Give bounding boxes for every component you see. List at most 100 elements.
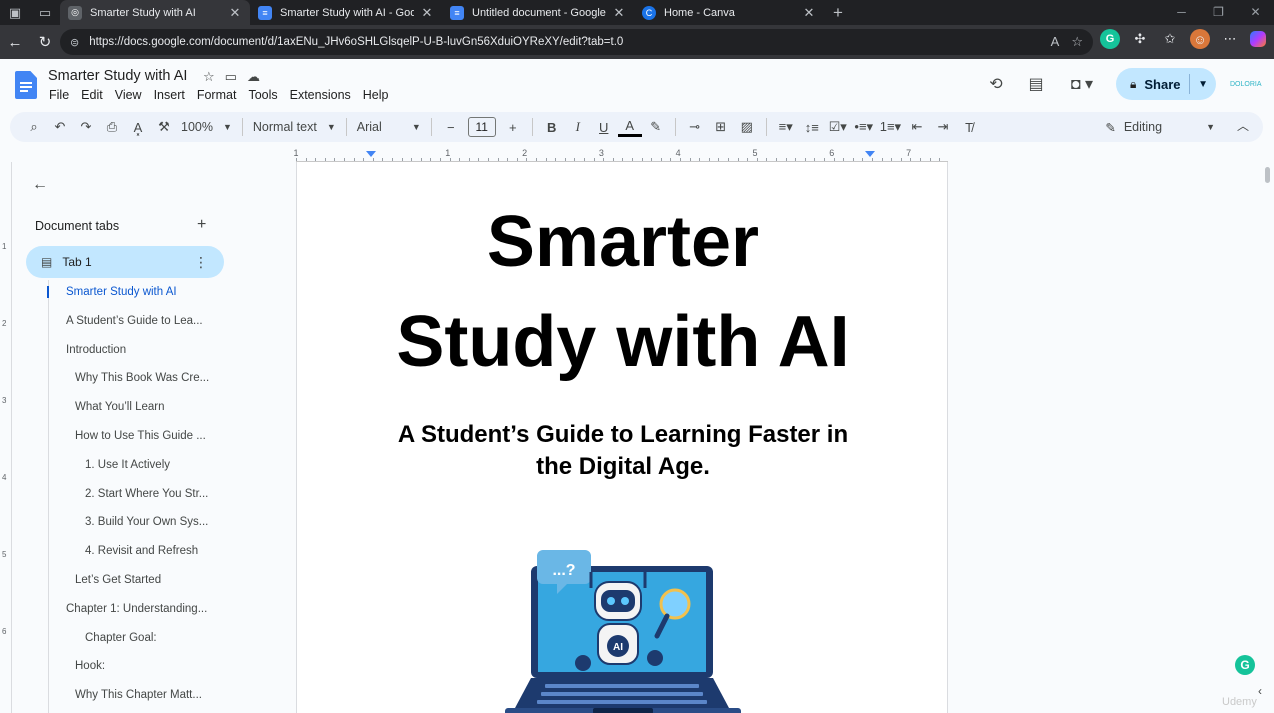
zoom-select[interactable]: 100% ▼ xyxy=(177,115,236,139)
minimize-icon[interactable]: ─ xyxy=(1163,0,1200,25)
menu-format[interactable]: Format xyxy=(197,88,237,102)
site-info-icon[interactable]: ⊜ xyxy=(70,36,79,49)
outline-item[interactable]: Why This Book Was Cre... xyxy=(75,372,209,384)
browser-tab-2[interactable]: ≡ Untitled document - Google Docs ✕ xyxy=(442,0,634,25)
menu-tools[interactable]: Tools xyxy=(248,88,277,102)
increase-indent-icon[interactable]: ⇥ xyxy=(931,115,955,139)
close-tab-icon[interactable]: ✕ xyxy=(420,5,434,21)
menu-edit[interactable]: Edit xyxy=(81,88,103,102)
back-arrow-icon[interactable]: ← xyxy=(32,176,48,194)
outline-item[interactable]: A Student’s Guide to Lea... xyxy=(66,315,203,327)
editing-mode-select[interactable]: ✎ Editing ▼ xyxy=(1105,115,1215,139)
decrease-indent-icon[interactable]: ⇤ xyxy=(905,115,929,139)
outline-item[interactable]: What You’ll Learn xyxy=(75,401,165,413)
page-scrollbar[interactable] xyxy=(1265,167,1270,183)
bulleted-list-icon[interactable]: •≡▾ xyxy=(852,115,876,139)
address-bar[interactable]: ⊜ https://docs.google.com/document/d/1ax… xyxy=(60,29,1093,55)
close-tab-icon[interactable]: ✕ xyxy=(228,5,242,21)
restore-icon[interactable]: ❐ xyxy=(1200,0,1237,25)
meet-video-icon[interactable]: ◘ ▾ xyxy=(1064,72,1100,96)
decrease-font-size-icon[interactable]: − xyxy=(439,115,463,139)
right-indent-marker[interactable] xyxy=(865,151,875,157)
checklist-icon[interactable]: ☑▾ xyxy=(826,115,850,139)
style-select[interactable]: Normal text ▼ xyxy=(249,115,340,139)
document-page[interactable]: Smarter Study with AI A Student’s Guide … xyxy=(296,162,948,713)
bookmark-star-icon[interactable]: ☆ xyxy=(1071,34,1083,50)
workspaces-icon[interactable]: ▣ xyxy=(0,0,30,25)
outline-item[interactable]: 1. Use It Actively xyxy=(85,459,170,471)
underline-icon[interactable]: U xyxy=(592,115,616,139)
version-history-icon[interactable]: ⟲ xyxy=(984,72,1008,96)
star-icon[interactable]: ☆ xyxy=(203,69,215,85)
text-color-icon[interactable]: A xyxy=(617,117,642,137)
paint-format-icon[interactable]: ⚒ xyxy=(152,115,176,139)
document-title[interactable]: Smarter Study with AI xyxy=(48,68,187,84)
menu-help[interactable]: Help xyxy=(363,88,389,102)
numbered-list-icon[interactable]: 1≡▾ xyxy=(878,115,903,139)
collapse-menus-icon[interactable]: ︿ xyxy=(1237,117,1249,134)
document-tab-1[interactable]: ▤ Tab 1 ⋮ xyxy=(26,246,224,278)
outline-item[interactable]: Introduction xyxy=(66,344,126,356)
settings-more-icon[interactable]: ⋯ xyxy=(1220,29,1240,49)
left-indent-marker[interactable] xyxy=(366,151,376,157)
italic-icon[interactable]: I xyxy=(566,115,590,139)
highlight-color-icon[interactable]: ✎ xyxy=(644,115,668,139)
insert-image-icon[interactable]: ▨ xyxy=(735,115,759,139)
clear-formatting-icon[interactable]: T̸ xyxy=(957,115,981,139)
insert-link-icon[interactable]: ⊸ xyxy=(683,115,707,139)
outline-item[interactable]: 3. Build Your Own Sys... xyxy=(85,516,208,528)
side-panel-toggle-icon[interactable]: ‹ xyxy=(1258,684,1262,698)
outline-item[interactable]: Chapter Goal: xyxy=(85,632,157,644)
font-size-input[interactable]: 11 xyxy=(467,117,496,137)
add-tab-button[interactable]: + xyxy=(197,216,206,234)
outline-item[interactable]: How to Use This Guide ... xyxy=(75,430,206,442)
more-vert-icon[interactable]: ⋮ xyxy=(194,254,208,271)
browser-tab-1[interactable]: ≡ Smarter Study with AI - Google D ✕ xyxy=(250,0,442,25)
outline-item[interactable]: 2. Start Where You Str... xyxy=(85,488,208,500)
share-dropdown-icon[interactable]: ▼ xyxy=(1198,79,1208,90)
close-tab-icon[interactable]: ✕ xyxy=(802,5,816,21)
align-icon[interactable]: ≡▾ xyxy=(774,115,798,139)
read-aloud-icon[interactable]: A xyxy=(1051,34,1060,50)
docs-logo-icon[interactable] xyxy=(15,71,37,99)
menu-insert[interactable]: Insert xyxy=(154,88,185,102)
back-icon[interactable]: ← xyxy=(0,34,30,51)
browser-tab-0[interactable]: ◎ Smarter Study with AI ✕ xyxy=(60,0,250,25)
profile-avatar[interactable]: ☺ xyxy=(1190,29,1210,49)
bold-icon[interactable]: B xyxy=(540,115,564,139)
outline-item[interactable]: Let’s Get Started xyxy=(75,574,161,586)
browser-tab-3[interactable]: C Home - Canva ✕ xyxy=(634,0,824,25)
outline-item[interactable]: Chapter 1: Understanding... xyxy=(66,603,207,615)
new-tab-button[interactable]: + xyxy=(824,3,852,23)
close-tab-icon[interactable]: ✕ xyxy=(612,5,626,21)
copilot-icon[interactable] xyxy=(1250,31,1266,47)
horizontal-ruler[interactable]: 1 1 2 3 4 5 6 7 xyxy=(293,148,948,162)
cloud-saved-icon[interactable]: ☁ xyxy=(247,69,260,85)
menu-file[interactable]: File xyxy=(49,88,69,102)
spellcheck-icon[interactable]: A͓ xyxy=(126,115,150,139)
add-comment-icon[interactable]: ⊞ xyxy=(709,115,733,139)
account-brand-logo[interactable]: DOLORIA xyxy=(1230,76,1262,92)
grammarly-widget-icon[interactable]: G xyxy=(1235,655,1255,675)
menu-extensions[interactable]: Extensions xyxy=(290,88,351,102)
move-folder-icon[interactable]: ▭ xyxy=(225,69,237,85)
outline-item[interactable]: Hook: xyxy=(75,660,105,672)
outline-item[interactable]: 4. Revisit and Refresh xyxy=(85,545,198,557)
font-select[interactable]: Arial ▼ xyxy=(353,115,425,139)
print-icon[interactable]: ⎙ xyxy=(100,115,124,139)
share-button[interactable]: 🔒︎ Share ▼ xyxy=(1116,68,1216,100)
extensions-puzzle-icon[interactable]: ✣ xyxy=(1130,29,1150,49)
outline-item[interactable]: Why This Chapter Matt... xyxy=(75,689,202,701)
reload-icon[interactable]: ↻ xyxy=(30,33,60,51)
grammarly-extension-icon[interactable]: G xyxy=(1100,29,1120,49)
robot-laptop-illustration[interactable]: ...? AI xyxy=(505,548,741,713)
close-window-icon[interactable]: ✕ xyxy=(1237,0,1274,25)
outline-item[interactable]: Smarter Study with AI xyxy=(66,286,177,298)
line-spacing-icon[interactable]: ↕≡ xyxy=(800,115,824,139)
tab-actions-icon[interactable]: ▭ xyxy=(30,0,60,25)
menu-view[interactable]: View xyxy=(115,88,142,102)
redo-icon[interactable]: ↷ xyxy=(74,115,98,139)
increase-font-size-icon[interactable]: + xyxy=(501,115,525,139)
comments-icon[interactable]: ▤ xyxy=(1024,72,1048,96)
search-menus-icon[interactable]: ⌕ xyxy=(22,115,46,139)
